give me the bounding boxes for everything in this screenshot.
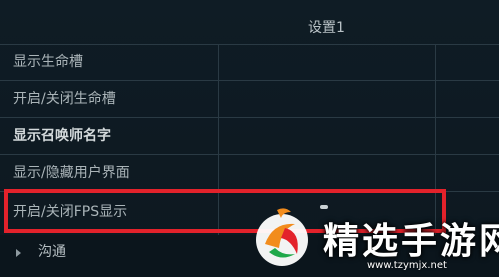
- section-label: 沟通: [38, 244, 66, 260]
- table-row[interactable]: 显示/隐藏用户界面: [0, 155, 499, 192]
- row-label-show-health-bar: 显示生命槽: [13, 54, 83, 70]
- table-header-row: 设置1: [0, 0, 499, 45]
- watermark-title: 精选手游网: [323, 221, 499, 262]
- settings-panel: 设置1 显示生命槽 开启/关闭生命槽 显示召唤师名字 显示/隐藏用户界面 开启/…: [0, 0, 499, 277]
- column-header-settings1[interactable]: 设置1: [218, 0, 435, 44]
- watermark: 精选手游网 www.tzymjx.net: [245, 200, 499, 277]
- table-row[interactable]: 显示生命槽: [0, 44, 499, 81]
- row-label-toggle-health-bar: 开启/关闭生命槽: [13, 91, 116, 107]
- chevron-right-icon[interactable]: [16, 249, 21, 257]
- watermark-url: www.tzymjx.net: [367, 260, 447, 271]
- row-label-show-summoner-name: 显示召唤师名字: [13, 128, 111, 144]
- table-row[interactable]: 显示召唤师名字: [0, 118, 499, 155]
- table-row[interactable]: 开启/关闭生命槽: [0, 81, 499, 118]
- watermark-logo-icon: [256, 208, 308, 266]
- row-label-toggle-ui: 显示/隐藏用户界面: [13, 165, 130, 181]
